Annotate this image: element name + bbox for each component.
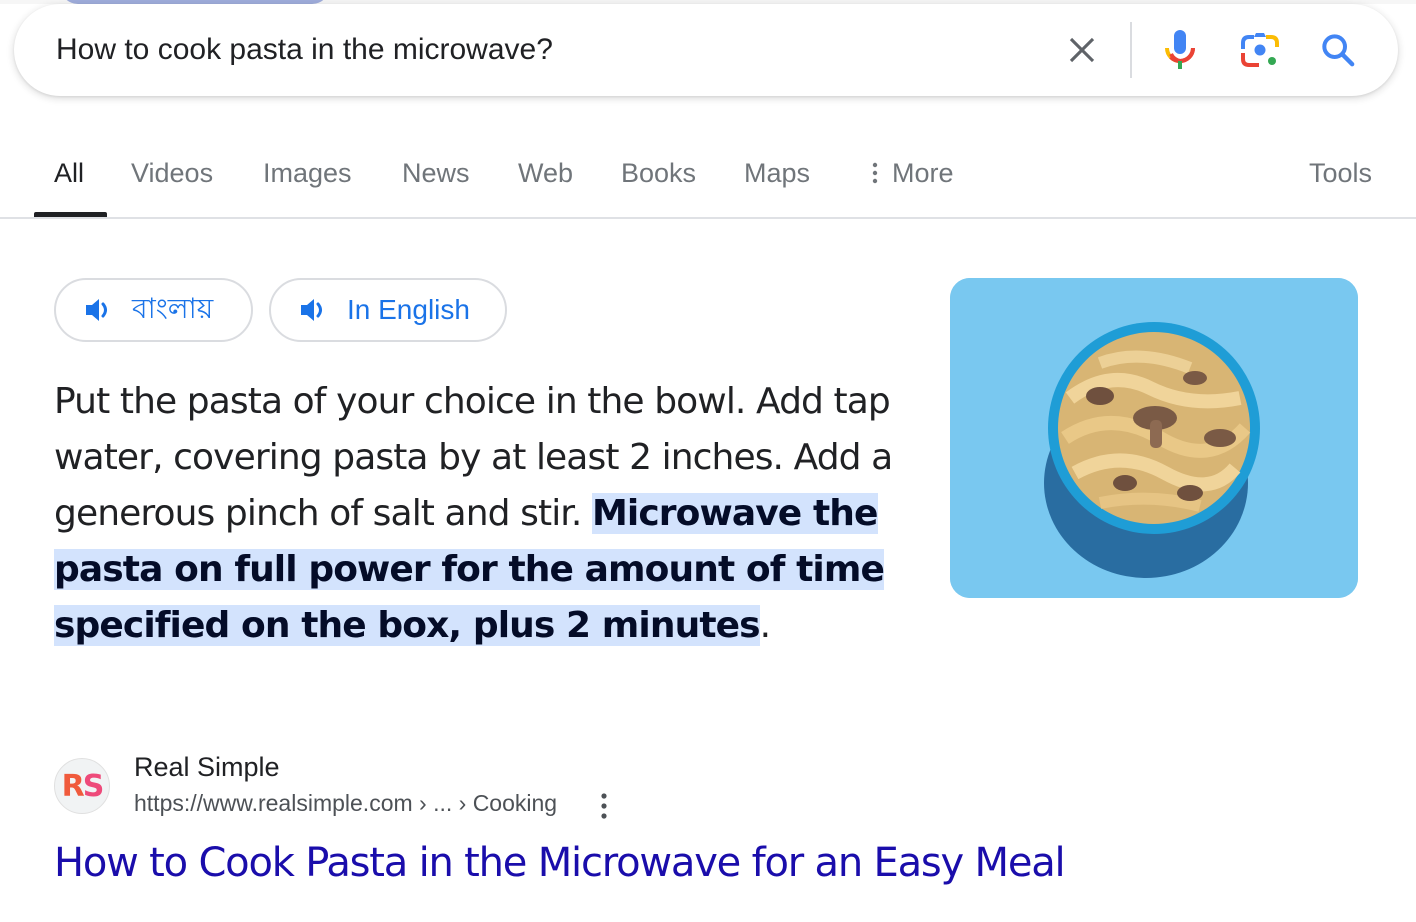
tools-button[interactable]: Tools <box>1309 158 1372 189</box>
tab-more[interactable]: More <box>872 158 954 189</box>
pasta-bowl-image <box>950 278 1358 598</box>
voice-search-button[interactable] <box>1156 26 1204 74</box>
more-vert-icon <box>872 162 878 184</box>
tab-maps[interactable]: Maps <box>744 158 810 189</box>
favicon-letter-r: R <box>61 768 85 804</box>
google-lens-button[interactable] <box>1236 26 1284 74</box>
snippet-tail: . <box>759 605 771 646</box>
tab-books[interactable]: Books <box>621 158 696 189</box>
search-input[interactable] <box>56 30 956 70</box>
source-site-name[interactable]: Real Simple <box>134 752 280 783</box>
favicon-letter-s: S <box>82 768 105 804</box>
result-title-link[interactable]: How to Cook Pasta in the Microwave for a… <box>54 840 1066 886</box>
search-submit-button[interactable] <box>1314 26 1362 74</box>
search-icon <box>1322 34 1355 67</box>
listen-bangla-button[interactable]: বাংলায় <box>54 278 253 342</box>
tab-videos[interactable]: Videos <box>131 158 213 189</box>
tab-web[interactable]: Web <box>518 158 573 189</box>
tab-more-label: More <box>892 158 954 188</box>
listen-english-button[interactable]: In English <box>269 278 507 342</box>
tab-images[interactable]: Images <box>263 158 352 189</box>
microphone-icon <box>1165 30 1195 69</box>
search-bar <box>14 4 1398 96</box>
source-favicon: RS <box>54 758 110 814</box>
speaker-icon <box>86 299 107 321</box>
google-lens-icon <box>1241 33 1279 67</box>
featured-snippet-image[interactable] <box>950 278 1358 598</box>
clear-search-button[interactable] <box>1058 26 1106 74</box>
source-url-breadcrumb[interactable]: https://www.realsimple.com › ... › Cooki… <box>134 790 557 817</box>
search-bar-divider <box>1130 22 1132 78</box>
more-vert-icon <box>601 793 607 819</box>
close-icon <box>1069 37 1095 63</box>
search-tabs: All Videos Images News Web Books Maps Mo… <box>0 140 1416 219</box>
result-options-button[interactable] <box>592 790 616 822</box>
tab-news[interactable]: News <box>402 158 470 189</box>
listen-english-label: In English <box>347 294 470 325</box>
tab-all[interactable]: All <box>54 158 84 189</box>
active-tab-indicator <box>34 212 107 217</box>
listen-bangla-label: বাংলায় <box>132 292 214 324</box>
speaker-icon <box>301 299 322 321</box>
featured-snippet-text: Put the pasta of your choice in the bowl… <box>54 374 914 654</box>
